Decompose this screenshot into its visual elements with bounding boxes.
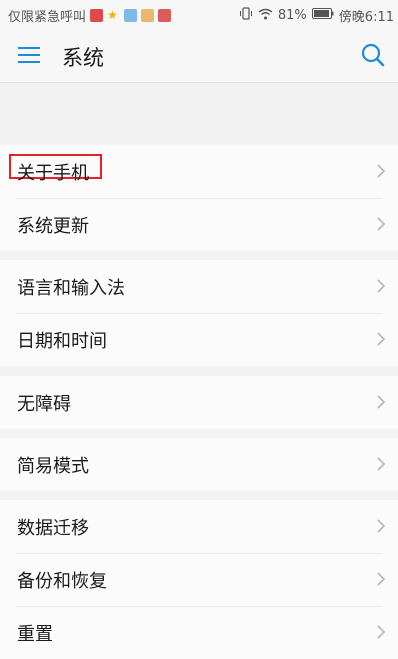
list-item-label: 无障碍 [17,394,71,415]
notification-icon-app-2 [158,9,172,22]
list-item-label: 简易模式 [17,456,89,477]
wifi-icon [258,8,273,24]
chevron-right-icon [377,457,386,471]
list-item-data-migration[interactable]: 数据迁移 [0,500,398,553]
search-icon[interactable] [360,42,386,68]
list-item-reset[interactable]: 重置 [0,606,398,659]
chevron-right-icon [377,164,386,178]
notification-icon-app [141,9,155,22]
vibrate-icon [239,7,253,24]
list-item-label: 重置 [17,624,53,645]
list-item-backup-restore[interactable]: 备份和恢复 [0,553,398,606]
list-item-accessibility[interactable]: 无障碍 [0,376,398,429]
status-right: 81% 傍晚6:11 [239,6,394,25]
notification-icon-red [90,9,104,22]
settings-group-simple-mode: 简易模式 [0,438,398,491]
list-item-label: 关于手机 [17,163,89,184]
chevron-right-icon [377,332,386,346]
list-item-language-input[interactable]: 语言和输入法 [0,260,398,313]
list-item-simple-mode[interactable]: 简易模式 [0,438,398,491]
list-item-about-phone[interactable]: 关于手机 [0,145,398,198]
settings-group-language: 语言和输入法 日期和时间 [0,260,398,366]
status-bar: 仅限紧急呼叫 ★ 81% 傍晚6:11 [0,0,398,28]
list-item-system-update[interactable]: 系统更新 [0,198,398,251]
notification-icon-star: ★ [107,8,118,22]
list-item-label: 系统更新 [17,216,89,237]
page-title: 系统 [62,46,104,70]
list-item-label: 日期和时间 [17,331,107,352]
chevron-right-icon [377,625,386,639]
menu-icon[interactable] [18,44,40,66]
chevron-right-icon [377,279,386,293]
list-item-date-time[interactable]: 日期和时间 [0,313,398,366]
chevron-right-icon [377,217,386,231]
list-item-label: 数据迁移 [17,518,89,539]
battery-percent: 81% [277,8,307,23]
chevron-right-icon [377,519,386,533]
clock: 傍晚6:11 [338,10,394,25]
settings-group-about: 关于手机 系统更新 [0,145,398,251]
chevron-right-icon [377,572,386,586]
emergency-calls-text: 仅限紧急呼叫 [8,10,87,25]
notification-icon-plane [124,9,138,22]
list-item-label: 备份和恢复 [17,571,107,592]
chevron-right-icon [377,395,386,409]
status-left: 仅限紧急呼叫 ★ [8,6,172,25]
battery-icon [311,8,334,23]
list-item-label: 语言和输入法 [17,278,125,299]
app-bar: 系统 [0,28,398,83]
settings-group-data: 数据迁移 备份和恢复 重置 [0,500,398,659]
settings-group-accessibility: 无障碍 [0,376,398,429]
